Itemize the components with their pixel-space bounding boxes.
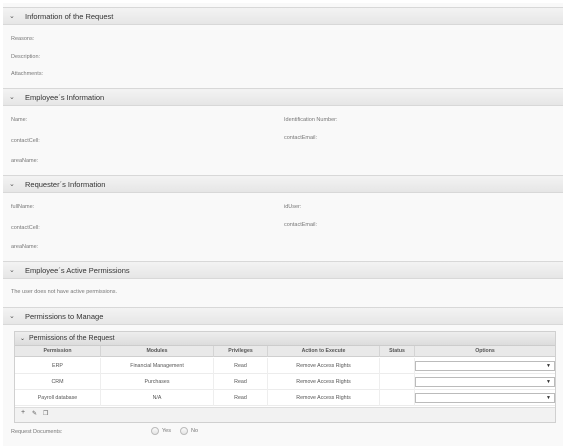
cell-module: N/A	[101, 390, 214, 406]
yes-radio[interactable]	[151, 427, 159, 435]
section-active-permissions-header[interactable]: ⌄ Employee´s Active Permissions	[3, 261, 563, 279]
cell-permission: Payroll database	[15, 390, 101, 406]
section-title: Employee´s Active Permissions	[25, 266, 130, 275]
permissions-request-header[interactable]: ⌄ Permissions of the Request	[15, 332, 555, 346]
request-form: ⌄ Information of the Request Reasons: De…	[3, 3, 563, 446]
cell-module: Financial Management	[101, 358, 214, 374]
employee-area-label: areaName:	[11, 158, 39, 164]
cell-privilege: Read	[214, 374, 268, 390]
employee-email-label: contactEmail:	[284, 135, 318, 141]
section-permissions-manage-header[interactable]: ⌄ Permissions to Manage	[3, 307, 563, 325]
pencil-icon[interactable]: ✎	[32, 410, 37, 417]
chevron-down-icon[interactable]: ⌄	[9, 308, 17, 325]
chevron-down-icon[interactable]: ⌄	[9, 89, 17, 106]
cell-status	[380, 374, 415, 390]
section-employee-info-header[interactable]: ⌄ Employee´s Information	[3, 88, 563, 106]
table-row: Payroll database N/A Read Remove Access …	[15, 390, 555, 406]
options-select[interactable]: ▼	[415, 393, 555, 403]
section-request-info-header[interactable]: ⌄ Information of the Request	[3, 7, 563, 25]
cell-status	[380, 358, 415, 374]
options-select[interactable]: ▼	[415, 377, 555, 387]
requester-iduser-label: idUser:	[284, 204, 302, 210]
reason-label: Reasons:	[11, 36, 35, 42]
table-row: CRM Purchases Read Remove Access Rights …	[15, 374, 555, 390]
cell-permission: ERP	[15, 358, 101, 374]
column-header[interactable]: Privileges	[214, 346, 268, 357]
table-row: ERP Financial Management Read Remove Acc…	[15, 358, 555, 374]
yes-label[interactable]: Yes	[162, 428, 171, 434]
cell-status	[380, 390, 415, 406]
requester-email-label: contactEmail:	[284, 222, 318, 228]
request-documents-label: Request Documents:	[11, 429, 63, 435]
grid-toolbar: + ✎ ❐	[15, 407, 555, 422]
column-header[interactable]: Status	[380, 346, 415, 357]
chevron-down-icon[interactable]: ⌄	[9, 262, 17, 279]
chevron-down-icon[interactable]: ⌄	[9, 8, 17, 25]
column-header[interactable]: Action to Execute	[268, 346, 380, 357]
employee-id-label: Identification Number:	[284, 117, 338, 123]
section-title: Information of the Request	[25, 12, 114, 21]
description-label: Description:	[11, 54, 41, 60]
grid-header-row: Permission Modules Privileges Action to …	[15, 346, 555, 357]
no-label[interactable]: No	[191, 428, 198, 434]
requester-cell-label: contactCell:	[11, 225, 40, 231]
section-title: Requester´s Information	[25, 180, 106, 189]
chevron-down-icon[interactable]: ⌄	[9, 176, 17, 193]
column-header[interactable]: Options	[415, 346, 555, 357]
copy-icon[interactable]: ❐	[43, 410, 48, 417]
no-active-permissions-message: The user does not have active permission…	[11, 289, 118, 295]
column-header[interactable]: Permission	[15, 346, 101, 357]
section-title: Employee´s Information	[25, 93, 105, 102]
options-select[interactable]: ▼	[415, 361, 555, 371]
cell-privilege: Read	[214, 390, 268, 406]
section-requester-info-header[interactable]: ⌄ Requester´s Information	[3, 175, 563, 193]
triangle-down-icon: ▼	[546, 395, 551, 401]
no-radio[interactable]	[180, 427, 188, 435]
permissions-request-grid: ⌄ Permissions of the Request Permission …	[14, 331, 556, 423]
plus-icon[interactable]: +	[21, 409, 25, 416]
grid-title: Permissions of the Request	[29, 335, 115, 342]
attachments-label: Attachments:	[11, 71, 44, 77]
chevron-down-icon[interactable]: ⌄	[20, 332, 25, 346]
cell-action: Remove Access Rights	[268, 390, 380, 406]
employee-name-label: Name:	[11, 117, 28, 123]
cell-module: Purchases	[101, 374, 214, 390]
cell-action: Remove Access Rights	[268, 374, 380, 390]
triangle-down-icon: ▼	[546, 363, 551, 369]
cell-permission: CRM	[15, 374, 101, 390]
cell-privilege: Read	[214, 358, 268, 374]
section-title: Permissions to Manage	[25, 312, 104, 321]
employee-cell-label: contactCell:	[11, 138, 40, 144]
column-header[interactable]: Modules	[101, 346, 214, 357]
requester-fullname-label: fullName:	[11, 204, 35, 210]
triangle-down-icon: ▼	[546, 379, 551, 385]
requester-area-label: areaName:	[11, 244, 39, 250]
cell-action: Remove Access Rights	[268, 358, 380, 374]
